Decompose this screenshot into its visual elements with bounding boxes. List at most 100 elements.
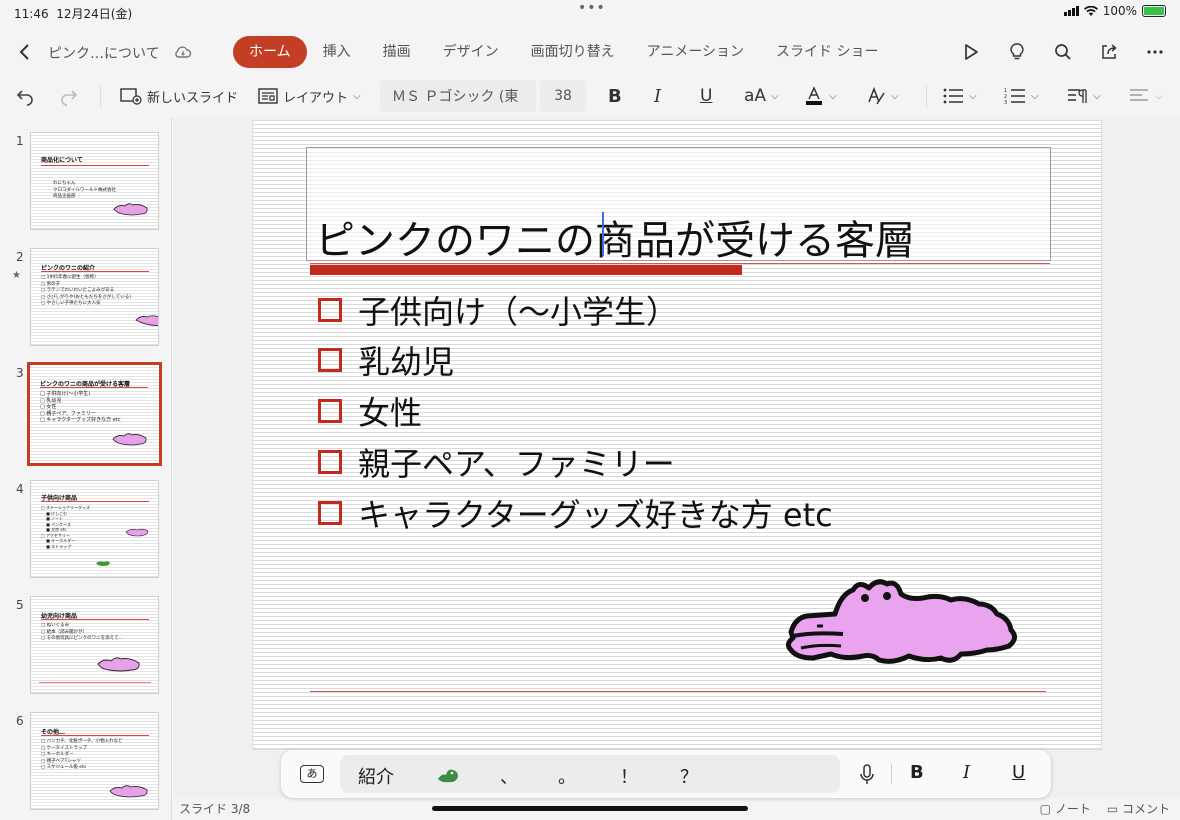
- text-effects-button[interactable]: ⌵: [866, 80, 899, 112]
- bold-button[interactable]: B: [608, 80, 622, 112]
- pink-crocodile-image[interactable]: [783, 574, 1033, 674]
- title-placeholder[interactable]: ピンクのワニの商品が受ける客層: [306, 147, 1051, 264]
- footer-rule: [310, 691, 1046, 692]
- slide-title[interactable]: ピンクのワニの商品が受ける客層: [315, 208, 915, 266]
- numbering-button[interactable]: 123 ⌵: [1004, 80, 1039, 112]
- thumbnail-number: 2: [16, 250, 24, 264]
- redo-icon[interactable]: [54, 81, 84, 111]
- slide-thumbnail-panel[interactable]: 1 商品化について わにちゃん クロコダイルワールド株式会社 商品企画部 2 ★…: [0, 118, 172, 820]
- checkbox-bullet-icon: [318, 348, 342, 372]
- play-icon[interactable]: [956, 37, 986, 67]
- ribbon-tab-row: ピンク…について ホーム 挿入 描画 デザイン 画面切り替え アニメーション ス…: [0, 30, 1180, 74]
- bullet-text: キャラクターグッズ好きな方 etc: [358, 496, 833, 534]
- chevron-down-icon: ⌵: [1155, 90, 1163, 102]
- tab-design[interactable]: デザイン: [427, 36, 515, 68]
- slide-thumbnail-2[interactable]: ピンクのワニの紹介 □ 1995年春に誕生（仮称） □ 男の子 □ ラテンでわい…: [30, 248, 159, 346]
- tab-transitions[interactable]: 画面切り替え: [515, 36, 631, 68]
- suggestion-comma[interactable]: 、: [500, 763, 518, 789]
- comments-button[interactable]: ▭ コメント: [1107, 800, 1170, 817]
- crocodile-thumbnail: [96, 561, 110, 566]
- search-icon[interactable]: [1048, 37, 1078, 67]
- suggestion-question[interactable]: ？: [680, 763, 698, 789]
- suggestion-period[interactable]: 。: [558, 763, 576, 789]
- bullet-item[interactable]: 乳幼児: [318, 337, 454, 383]
- checkbox-bullet-icon: [318, 450, 342, 474]
- chevron-down-icon: ⌵: [771, 90, 779, 102]
- chevron-down-icon: ⌵: [353, 90, 361, 102]
- tab-draw[interactable]: 描画: [367, 36, 427, 68]
- thumbnail-body: □ ステーショナリーグッズ ■ けしごむ ■ ノート ■ ペンケース ■ 文房 …: [41, 505, 90, 549]
- status-bar: 11:46 12月24日(金) ••• 100%: [0, 0, 1180, 26]
- status-time: 11:46 12月24日(金): [14, 7, 133, 21]
- bullet-item[interactable]: 女性: [318, 388, 422, 434]
- tab-insert[interactable]: 挿入: [307, 36, 367, 68]
- crocodile-thumbnail: [97, 657, 140, 672]
- battery-percent: 100%: [1102, 4, 1137, 18]
- cloud-sync-icon[interactable]: [168, 37, 198, 67]
- home-indicator[interactable]: [432, 806, 748, 811]
- thumbnail-body: わにちゃん クロコダイルワールド株式会社 商品企画部: [53, 181, 116, 199]
- bullet-text: 子供向け（～小学生）: [358, 293, 679, 331]
- current-slide[interactable]: ピンクのワニの商品が受ける客層 子供向け（～小学生） 乳幼児 女性 親子ペア、フ…: [252, 120, 1102, 750]
- new-slide-button[interactable]: 新しいスライド: [120, 80, 238, 112]
- microphone-icon[interactable]: [859, 764, 875, 786]
- text-cursor: [602, 212, 604, 256]
- bullets-button[interactable]: ⌵: [942, 80, 977, 112]
- bullet-text: 乳幼児: [358, 343, 455, 381]
- more-icon[interactable]: [1140, 37, 1170, 67]
- share-icon[interactable]: [1094, 37, 1124, 67]
- thumbnail-body: □ ぬいぐるみ □ 絵本（読み聞かせ） □ その他玩具にピンクのワニを添えて…: [41, 623, 123, 641]
- kb-bold-button[interactable]: B: [910, 762, 924, 783]
- kb-underline-button[interactable]: U: [1012, 762, 1025, 783]
- align-left-icon: [1130, 89, 1148, 101]
- chevron-down-icon: ⌵: [969, 90, 977, 102]
- undo-icon[interactable]: [10, 81, 40, 111]
- tab-home[interactable]: ホーム: [233, 36, 307, 68]
- back-icon[interactable]: [10, 37, 40, 67]
- crocodile-thumbnail: [125, 528, 149, 537]
- suggestion-exclamation[interactable]: ！: [620, 763, 638, 789]
- font-size-field[interactable]: 38: [540, 80, 586, 112]
- bullet-item[interactable]: キャラクターグッズ好きな方 etc: [318, 490, 833, 536]
- thumbnail-number: 1: [16, 134, 24, 148]
- slide-thumbnail-6[interactable]: その他… □ ハンカチ、化粧ポーチ、小物入れなど □ ケータイストラップ □ キ…: [30, 712, 159, 810]
- thumbnail-number: 4: [16, 482, 24, 496]
- slide-counter: スライド 3/8: [179, 802, 251, 816]
- italic-button[interactable]: I: [654, 80, 661, 112]
- slide-thumbnail-5[interactable]: 幼児向け商品 □ ぬいぐるみ □ 絵本（読み聞かせ） □ その他玩具にピンクのワ…: [30, 596, 159, 694]
- crocodile-thumbnail: [113, 203, 148, 216]
- slide-thumbnail-3[interactable]: ピンクのワニの商品が受ける客層 □ 子供向け(～小学生) □ 乳幼児 □ 女性 …: [27, 362, 162, 466]
- font-name-field[interactable]: ＭＳ Ｐゴシック (東: [380, 80, 536, 112]
- footer-actions: ▢ ノート ▭ コメント: [1040, 800, 1170, 817]
- thumbnail-title: 商品化について: [41, 157, 83, 164]
- slide-thumbnail-4[interactable]: 子供向け商品 □ ステーショナリーグッズ ■ けしごむ ■ ノート ■ ペンケー…: [30, 480, 159, 578]
- wifi-icon: [1083, 5, 1098, 16]
- chevron-down-icon: ⌵: [891, 90, 899, 102]
- home-toolbar: 新しいスライド レイアウト ⌵ ＭＳ Ｐゴシック (東 38 B I U aA ⌵…: [0, 76, 1180, 116]
- align-button[interactable]: ⌵: [1128, 80, 1163, 112]
- chevron-down-icon: ⌵: [1093, 90, 1101, 102]
- document-title[interactable]: ピンク…について: [48, 43, 160, 63]
- kb-italic-button[interactable]: I: [963, 762, 970, 783]
- layout-button[interactable]: レイアウト ⌵: [258, 80, 361, 112]
- notes-button[interactable]: ▢ ノート: [1040, 800, 1091, 817]
- kana-toggle-key[interactable]: あ: [300, 765, 324, 783]
- bold-icon: B: [608, 85, 622, 107]
- lightbulb-icon[interactable]: [1002, 37, 1032, 67]
- bullet-item[interactable]: 子供向け（～小学生）: [318, 287, 678, 333]
- change-case-icon: aA: [744, 86, 767, 106]
- bullet-item[interactable]: 親子ペア、ファミリー: [318, 439, 675, 485]
- slide-editor-canvas[interactable]: ピンクのワニの商品が受ける客層 子供向け（～小学生） 乳幼児 女性 親子ペア、フ…: [173, 118, 1180, 798]
- tab-slideshow[interactable]: スライド ショー: [760, 36, 894, 68]
- tab-animations[interactable]: アニメーション: [631, 36, 760, 68]
- status-indicators: 100%: [1063, 4, 1166, 18]
- font-color-button[interactable]: ⌵: [804, 80, 837, 112]
- checkbox-bullet-icon: [318, 399, 342, 423]
- crocodile-emoji-icon[interactable]: [436, 765, 460, 785]
- multitask-dots[interactable]: •••: [578, 0, 606, 16]
- underline-button[interactable]: U: [700, 80, 712, 112]
- slide-thumbnail-1[interactable]: 商品化について わにちゃん クロコダイルワールド株式会社 商品企画部: [30, 132, 159, 230]
- suggestion-word[interactable]: 紹介: [358, 763, 394, 789]
- font-size-change-button[interactable]: aA ⌵: [744, 80, 779, 112]
- paragraph-button[interactable]: ⌵: [1066, 80, 1101, 112]
